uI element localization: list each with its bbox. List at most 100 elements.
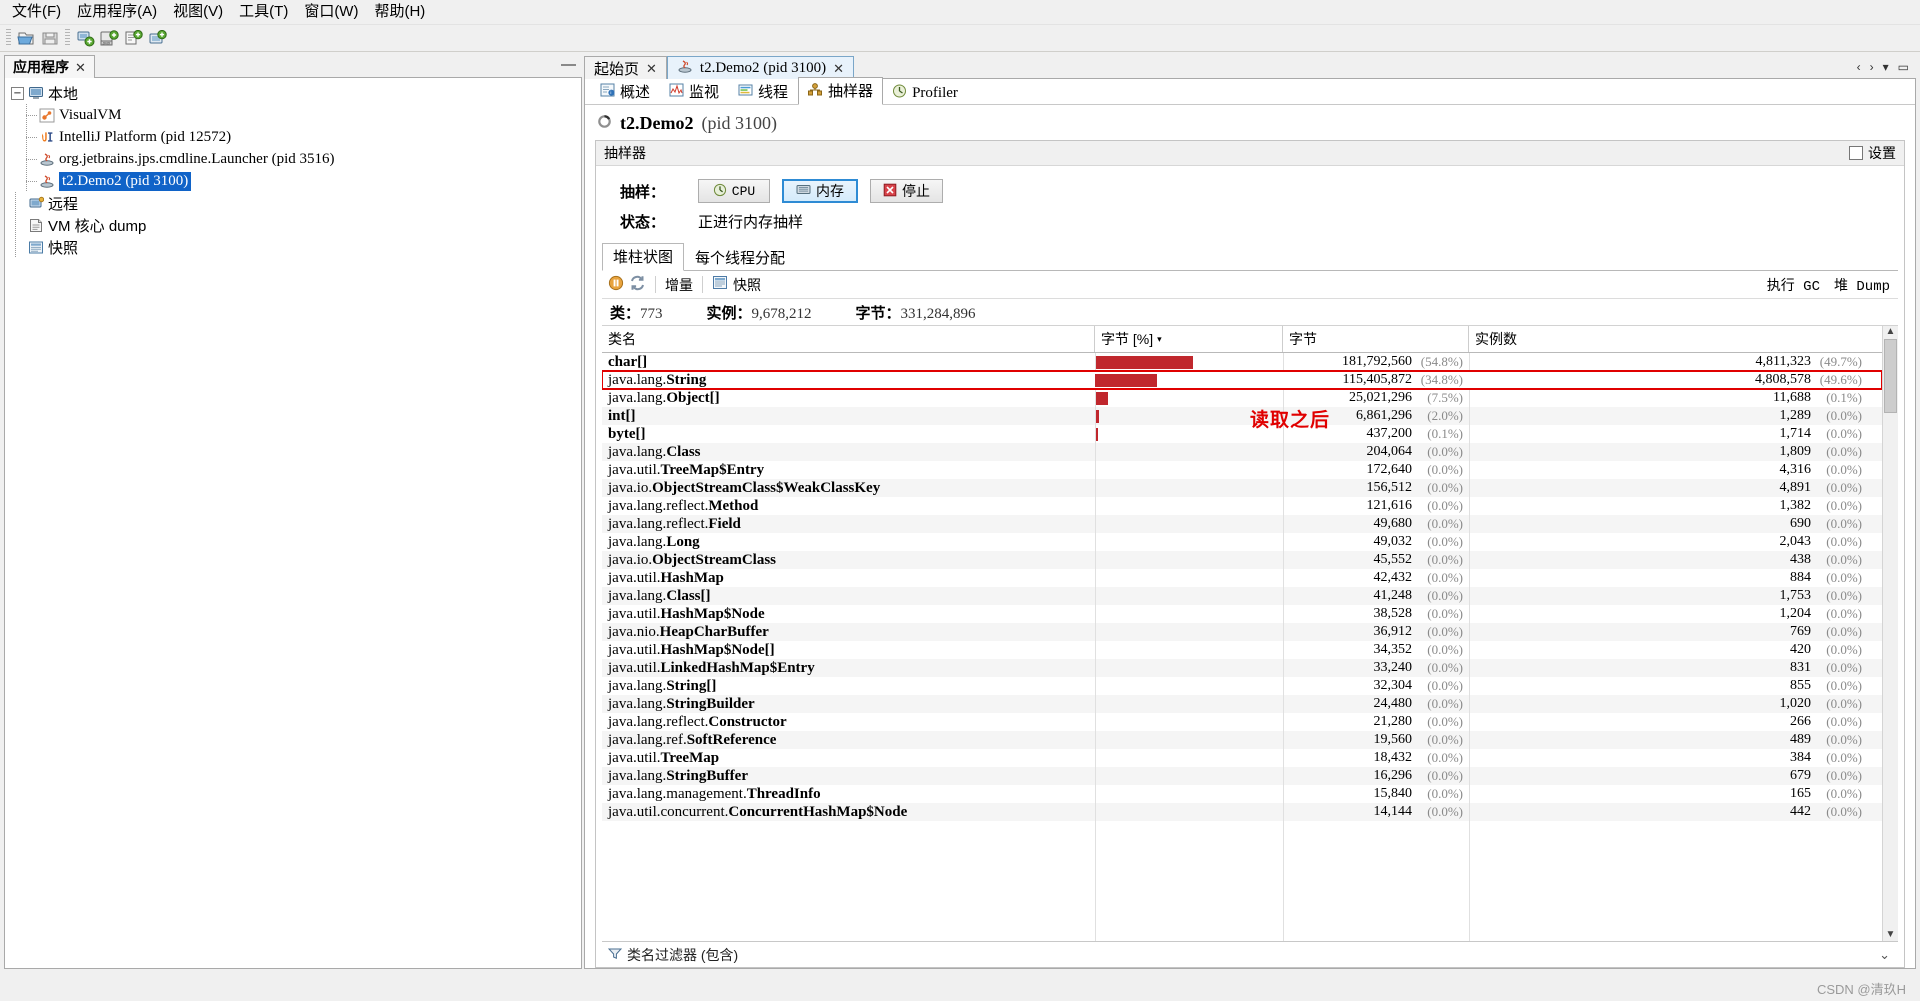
table-row[interactable]: java.lang. StringBuilder 24,480 (0.0%) 1,020…	[602, 695, 1882, 713]
instances-percent: (0.0%)	[1826, 660, 1862, 675]
tree-node-5[interactable]: 远程	[5, 192, 581, 214]
close-icon[interactable]: ✕	[833, 62, 844, 75]
tab-scroll-left-icon[interactable]: ‹	[1857, 61, 1861, 73]
table-row[interactable]: java.nio. HeapCharBuffer 36,912 (0.0%) 769 (0…	[602, 623, 1882, 641]
maximize-icon[interactable]: ▭	[1898, 61, 1909, 73]
table-row[interactable]: java.util. HashMap$Node 38,528 (0.0%) 1,204 (…	[602, 605, 1882, 623]
tab-applications[interactable]: 应用程序 ✕	[4, 55, 95, 78]
table-row[interactable]: java.lang. String[] 32,304 (0.0%) 855 (0.0%)	[602, 677, 1882, 695]
table-vertical-scrollbar[interactable]: ▲ ▼	[1882, 326, 1898, 941]
table-row[interactable]: int[] 6,861,296 (2.0%) 1,289 (0.0%)	[602, 407, 1882, 425]
sampler-cpu-button[interactable]: CPU	[698, 179, 770, 203]
table-row[interactable]: java.util. LinkedHashMap$Entry 33,240 (0.0%…	[602, 659, 1882, 677]
open-snapshot-icon[interactable]	[15, 27, 37, 49]
cell-instances: 4,891 (0.0%)	[1469, 480, 1882, 496]
document-tab-0[interactable]: 起始页 ✕	[584, 56, 667, 79]
perform-gc-button[interactable]: 执行 GC	[1767, 275, 1820, 295]
menu-item-5[interactable]: 帮助(H)	[366, 1, 433, 23]
table-row[interactable]: java.util. TreeMap 18,432 (0.0%) 384 (0.0%)	[602, 749, 1882, 767]
table-row[interactable]: java.lang. Class 204,064 (0.0%) 1,809 (0.0%)	[602, 443, 1882, 461]
add-vm-coredump-icon[interactable]	[122, 27, 144, 49]
add-jmx-connection-icon[interactable]: JMX	[98, 27, 120, 49]
scroll-up-icon[interactable]: ▲	[1886, 327, 1896, 337]
sub-tab-4[interactable]: Profiler	[883, 81, 968, 105]
tree-node-0[interactable]: − 本地	[5, 82, 581, 104]
pause-icon[interactable]	[608, 275, 624, 295]
cell-bytes: 14,144 (0.0%)	[1283, 804, 1469, 820]
add-remote-host-icon[interactable]	[74, 27, 96, 49]
column-header-instances[interactable]: 实例数	[1469, 326, 1882, 352]
sub-tab-bar: i 概述 监视 线程 抽样器 Profiler	[585, 77, 1915, 105]
table-row[interactable]: java.lang.reflect. Method 121,616 (0.0%) 1,3…	[602, 497, 1882, 515]
column-header-class-name[interactable]: 类名	[602, 326, 1095, 352]
column-header-bytes-percent[interactable]: 字节 [%] ▾	[1095, 326, 1283, 352]
tree-node-4[interactable]: t2.Demo2 (pid 3100)	[5, 170, 581, 192]
tree-node-6[interactable]: VM 核心 dump	[5, 214, 581, 236]
tree-node-1[interactable]: VisualVM	[5, 104, 581, 126]
scroll-down-icon[interactable]: ▼	[1886, 930, 1896, 940]
histogram-tab-0[interactable]: 堆柱状图	[602, 243, 685, 271]
tree-node-3[interactable]: org.jetbrains.jps.cmdline.Launcher (pid …	[5, 148, 581, 170]
class-simple-name: Class	[666, 443, 701, 460]
table-row[interactable]: java.util. HashMap 42,432 (0.0%) 884 (0.0%)	[602, 569, 1882, 587]
column-header-bytes[interactable]: 字节	[1283, 326, 1469, 352]
class-name-filter-bar[interactable]: 类名过滤器 (包含) ⌄	[602, 941, 1898, 967]
close-icon[interactable]: ✕	[75, 61, 86, 74]
applications-tree[interactable]: − 本地 VisualVM IntelliJ Platform (pid 12572)…	[4, 78, 582, 969]
instances-percent: (0.0%)	[1826, 462, 1862, 477]
table-row[interactable]: java.lang.reflect. Constructor 21,280 (0.0%…	[602, 713, 1882, 731]
table-row[interactable]: java.io. ObjectStreamClass 45,552 (0.0%) 438…	[602, 551, 1882, 569]
sub-tab-0[interactable]: i 概述	[591, 78, 660, 105]
table-row[interactable]: java.lang. Long 49,032 (0.0%) 2,043 (0.0%)	[602, 533, 1882, 551]
table-row[interactable]: java.util.concurrent. ConcurrentHashMap$N…	[602, 803, 1882, 821]
table-row[interactable]: byte[] 437,200 (0.1%) 1,714 (0.0%)	[602, 425, 1882, 443]
table-row[interactable]: java.lang.ref. SoftReference 19,560 (0.0%) 4…	[602, 731, 1882, 749]
table-row[interactable]: char[] 181,792,560 (54.8%) 4,811,323 (49.7%)	[602, 353, 1882, 371]
delta-button[interactable]: 增量	[665, 275, 693, 295]
sub-tab-1[interactable]: 监视	[660, 78, 729, 105]
heap-dump-button[interactable]: 堆 Dump	[1834, 275, 1890, 295]
document-tab-1[interactable]: t2.Demo2 (pid 3100) ✕	[666, 56, 855, 79]
table-row[interactable]: java.io. ObjectStreamClass$WeakClassKey 15…	[602, 479, 1882, 497]
scrollbar-thumb[interactable]	[1884, 339, 1897, 413]
menu-item-1[interactable]: 应用程序(A)	[69, 1, 165, 23]
menu-item-0[interactable]: 文件(F)	[4, 1, 69, 23]
sub-tab-label: 监视	[689, 84, 720, 101]
tree-node-2[interactable]: IntelliJ Platform (pid 12572)	[5, 126, 581, 148]
refresh-icon[interactable]	[629, 275, 646, 295]
cell-instances: 1,809 (0.0%)	[1469, 444, 1882, 460]
sub-tab-3[interactable]: 抽样器	[798, 77, 884, 105]
close-icon[interactable]: ✕	[646, 62, 657, 75]
sub-tab-2[interactable]: 线程	[729, 78, 798, 105]
table-row[interactable]: java.util. HashMap$Node[] 34,352 (0.0%) 420 (…	[602, 641, 1882, 659]
settings-checkbox[interactable]	[1849, 146, 1863, 160]
tab-list-icon[interactable]: ▾	[1883, 61, 1889, 73]
table-row[interactable]: java.lang.management. ThreadInfo 15,840 (0.…	[602, 785, 1882, 803]
menu-item-3[interactable]: 工具(T)	[231, 1, 296, 23]
class-simple-name: Class[]	[666, 587, 711, 604]
tree-node-7[interactable]: 快照	[5, 236, 581, 258]
sampler-settings-toggle[interactable]: 设置	[1849, 143, 1896, 163]
filter-expand-icon[interactable]: ⌄	[1879, 947, 1890, 963]
histogram-tab-1[interactable]: 每个线程分配	[684, 244, 796, 271]
table-row[interactable]: java.lang.reflect. Field 49,680 (0.0%) 690 (0…	[602, 515, 1882, 533]
visualvm-window: 文件(F) 应用程序(A) 视图(V) 工具(T) 窗口(W) 帮助(H) JMX	[0, 0, 1920, 1001]
save-snapshot-icon[interactable]	[39, 27, 61, 49]
tab-scroll-right-icon[interactable]: ›	[1870, 61, 1874, 73]
snapshot-icon[interactable]	[712, 275, 728, 294]
toolbar-grip	[6, 29, 11, 47]
table-row[interactable]: java.lang. Class[] 41,248 (0.0%) 1,753 (0.0%)	[602, 587, 1882, 605]
add-application-icon[interactable]	[146, 27, 168, 49]
table-row[interactable]: java.lang. Object[] 25,021,296 (7.5%) 11,688…	[602, 389, 1882, 407]
snapshot-button[interactable]: 快照	[733, 275, 761, 295]
table-row[interactable]: java.lang. String 115,405,872 (34.8%) 4,808,…	[602, 370, 1882, 390]
stat-value: 9,678,212	[751, 305, 812, 322]
table-row[interactable]: java.lang. StringBuffer 16,296 (0.0%) 679 (0.…	[602, 767, 1882, 785]
tree-collapse-toggle[interactable]: −	[11, 86, 24, 100]
table-row[interactable]: java.util. TreeMap$Entry 172,640 (0.0%) 4,31…	[602, 461, 1882, 479]
menu-item-2[interactable]: 视图(V)	[165, 1, 231, 23]
sampler-停止-button[interactable]: 停止	[870, 179, 943, 203]
sampler-内存-button[interactable]: 内存	[782, 179, 858, 203]
minimize-icon[interactable]: —	[561, 57, 576, 76]
menu-item-4[interactable]: 窗口(W)	[296, 1, 366, 23]
